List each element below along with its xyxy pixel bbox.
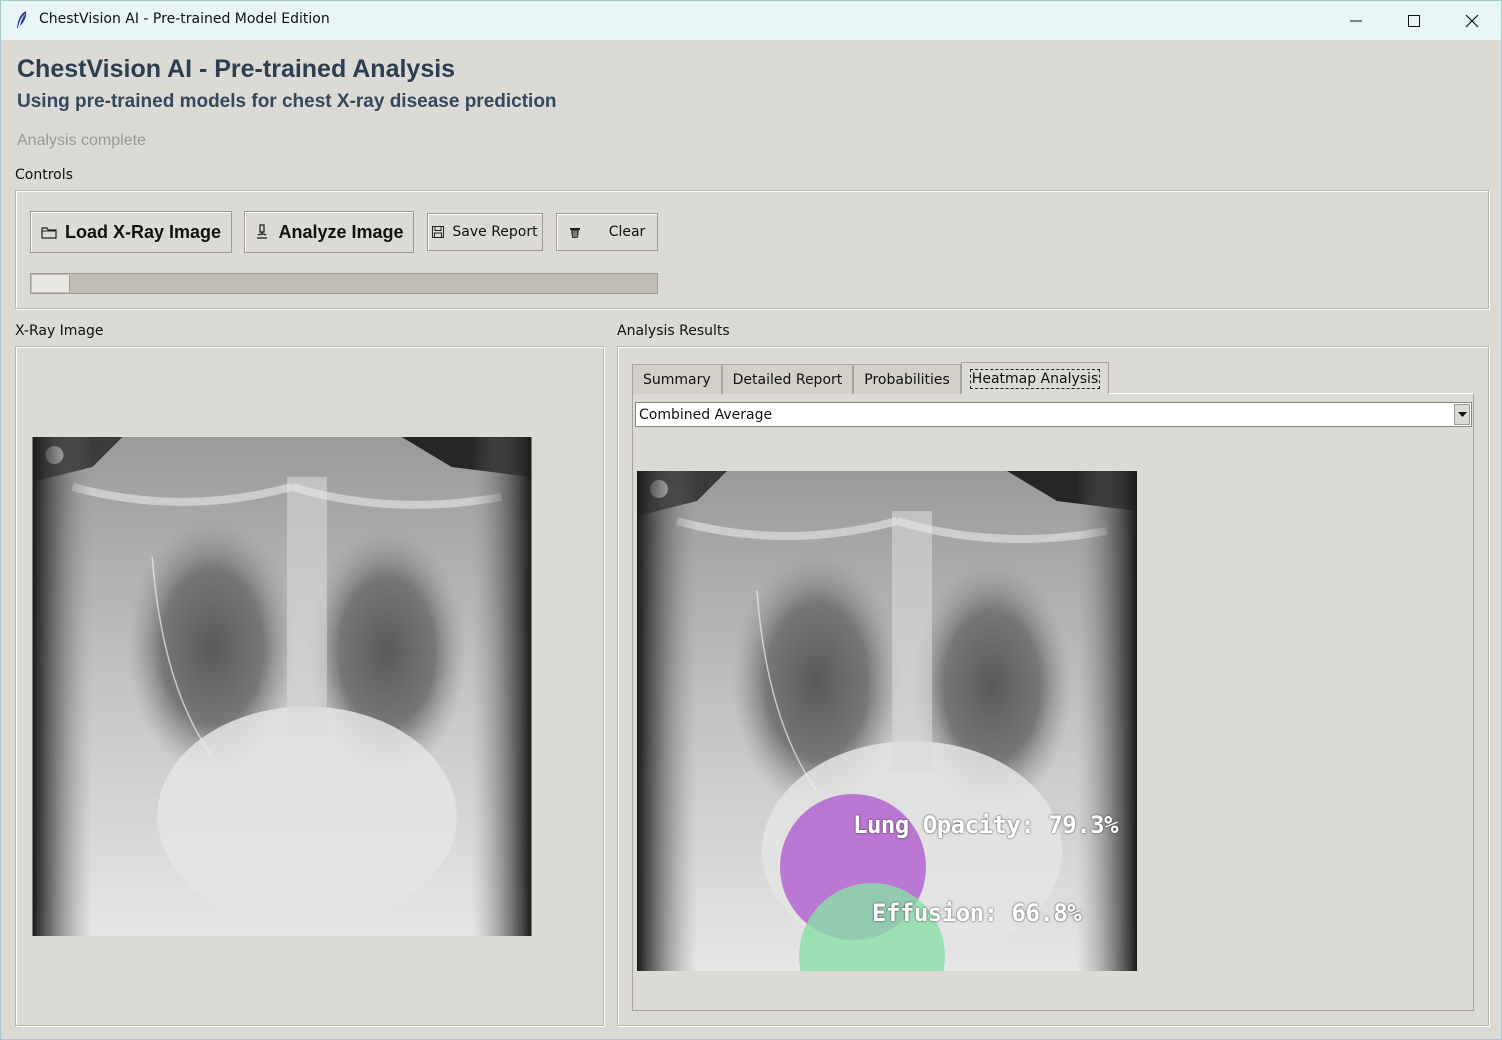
dropdown-arrow-icon[interactable] bbox=[1454, 404, 1470, 425]
heatmap-image bbox=[637, 471, 1137, 971]
lung-opacity-label: Lung Opacity: 79.3% bbox=[853, 811, 1119, 839]
results-tabs: Summary Detailed Report Probabilities He… bbox=[632, 362, 1110, 394]
progress-fill bbox=[32, 275, 70, 292]
analyze-label: Analyze Image bbox=[278, 221, 404, 242]
app-subtitle: Using pre-trained models for chest X-ray… bbox=[17, 91, 557, 112]
maximize-button[interactable] bbox=[1385, 1, 1443, 40]
tab-heatmap-analysis-label: Heatmap Analysis bbox=[969, 368, 1101, 389]
heatmap-model-value: Combined Average bbox=[639, 406, 773, 423]
status-text: Analysis complete bbox=[17, 132, 146, 149]
save-report-label: Save Report bbox=[452, 224, 538, 240]
tab-probabilities[interactable]: Probabilities bbox=[853, 364, 961, 394]
xray-panel-label: X-Ray Image bbox=[15, 323, 104, 339]
minimize-icon bbox=[1350, 20, 1362, 21]
minimize-button[interactable] bbox=[1327, 1, 1385, 40]
load-xray-label: Load X-Ray Image bbox=[64, 221, 222, 242]
controls-group-label: Controls bbox=[15, 167, 73, 183]
progress-bar bbox=[30, 273, 658, 294]
tab-heatmap-analysis[interactable]: Heatmap Analysis bbox=[960, 362, 1110, 394]
window-title: ChestVision AI - Pre-trained Model Editi… bbox=[39, 11, 330, 27]
app-title: ChestVision AI - Pre-trained Analysis bbox=[17, 55, 456, 83]
microscope-icon bbox=[257, 224, 268, 239]
maximize-icon bbox=[1408, 14, 1420, 27]
clear-label: Clear bbox=[608, 224, 646, 240]
close-button[interactable] bbox=[1443, 1, 1501, 40]
load-xray-button[interactable]: Load X-Ray Image bbox=[30, 211, 232, 253]
heatmap-model-select[interactable]: Combined Average bbox=[635, 402, 1472, 427]
feather-icon bbox=[17, 11, 27, 28]
save-report-button[interactable]: Save Report bbox=[427, 213, 543, 251]
tab-detailed-report[interactable]: Detailed Report bbox=[721, 364, 854, 394]
xray-image bbox=[32, 437, 532, 936]
analyze-button[interactable]: Analyze Image bbox=[244, 211, 414, 253]
results-panel-label: Analysis Results bbox=[617, 323, 730, 339]
floppy-disk-icon bbox=[432, 226, 445, 238]
trash-icon bbox=[569, 227, 580, 238]
clear-button[interactable]: Clear bbox=[556, 213, 658, 251]
effusion-label: Effusion: 66.8% bbox=[872, 899, 1082, 927]
close-icon bbox=[1465, 14, 1479, 27]
app-window: ChestVision AI - Pre-trained Model Editi… bbox=[0, 0, 1502, 1040]
title-bar: ChestVision AI - Pre-trained Model Editi… bbox=[1, 1, 1501, 40]
tab-summary[interactable]: Summary bbox=[632, 364, 722, 394]
folder-icon bbox=[41, 227, 57, 239]
